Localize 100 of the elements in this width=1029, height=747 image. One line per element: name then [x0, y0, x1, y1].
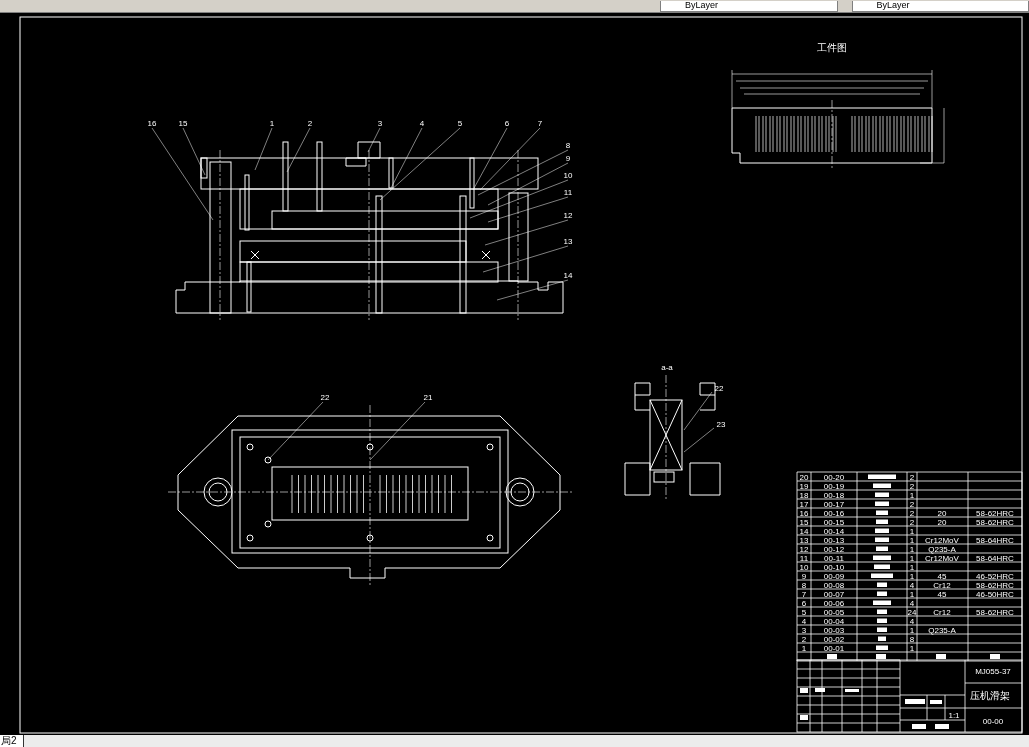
table-cell: 58-62HRC [976, 608, 1014, 617]
table-cell: 00-03 [823, 626, 845, 635]
layout-tab[interactable]: 局2 [0, 735, 24, 747]
part-number: 22 [320, 393, 330, 402]
table-cell: Cr12 [933, 581, 951, 590]
table-cell: 00-14 [823, 527, 845, 536]
part-number: 21 [423, 393, 433, 402]
table-cell: 11 [799, 554, 809, 563]
part-number: 8 [565, 141, 571, 150]
table-cell: 00-09 [823, 572, 845, 581]
table-cell: 13 [799, 536, 809, 545]
table-cell: 1 [909, 545, 915, 554]
table-cell: Cr12 [933, 608, 951, 617]
leader-line [286, 127, 311, 173]
part-number: 6 [504, 119, 510, 128]
part-number: 12 [563, 211, 573, 220]
table-cell: 8 [801, 581, 807, 590]
table-cell: 10 [799, 563, 809, 572]
leader-line [267, 401, 324, 461]
view-title: 工件图 [817, 42, 847, 53]
table-cell: 58-64HRC [976, 536, 1014, 545]
linetype-dropdown[interactable]: ByLayer [851, 1, 1029, 12]
table-cell: 58-62HRC [976, 509, 1014, 518]
table-cell: 24 [907, 608, 917, 617]
drawing-code: 00-00 [982, 717, 1004, 726]
table-cell: 7 [801, 590, 807, 599]
table-cell: 8 [909, 635, 915, 644]
table-cell: 20 [799, 473, 809, 482]
scale-value: 1:1 [948, 711, 960, 720]
part-number: 16 [147, 119, 157, 128]
table-cell: 2 [801, 635, 807, 644]
table-cell: 00-19 [823, 482, 845, 491]
table-cell: 4 [909, 599, 915, 608]
part-number: 10 [563, 171, 573, 180]
part-number: 15 [178, 119, 188, 128]
table-cell: 1 [909, 572, 915, 581]
part-number: 11 [563, 188, 573, 197]
table-cell: 00-07 [823, 590, 845, 599]
table-cell: 4 [909, 581, 915, 590]
part-number: 3 [377, 119, 383, 128]
table-cell: 1 [909, 527, 915, 536]
table-cell: 00-01 [823, 644, 845, 653]
table-cell: 20 [937, 518, 947, 527]
table-cell: 00-10 [823, 563, 845, 572]
table-cell: 00-20 [823, 473, 845, 482]
table-cell: 17 [799, 500, 809, 509]
table-cell: 4 [801, 617, 807, 626]
table-cell: 15 [799, 518, 809, 527]
table-cell: 1 [909, 644, 915, 653]
linetype-dropdown[interactable]: ByLayer [660, 1, 838, 12]
table-cell: 14 [799, 527, 809, 536]
table-cell: 45 [937, 572, 947, 581]
leader-line [254, 127, 273, 171]
drawing-title: 压机滑架 [970, 690, 1010, 701]
table-cell: 00-17 [823, 500, 845, 509]
table-cell: 1 [909, 536, 915, 545]
drawing-number: MJ055-37 [975, 667, 1011, 676]
table-cell: 5 [801, 608, 807, 617]
table-cell: 4 [909, 617, 915, 626]
table-cell: 1 [801, 644, 807, 653]
table-cell: 00-11 [824, 554, 844, 563]
table-cell: 00-08 [823, 581, 845, 590]
table-cell: 58-64HRC [976, 554, 1014, 563]
table-cell: 1 [909, 590, 915, 599]
table-cell: Q235-A [928, 626, 956, 635]
table-cell: 46-50HRC [976, 590, 1014, 599]
table-cell: 1 [909, 491, 915, 500]
leader-line [369, 401, 426, 461]
table-cell: 00-06 [823, 599, 845, 608]
table-cell: 1 [909, 626, 915, 635]
table-cell: 1 [909, 554, 915, 563]
table-cell: Cr12MoV [925, 554, 959, 563]
part-number: 14 [563, 271, 573, 280]
table-cell: 00-13 [823, 536, 845, 545]
part-number: 1 [269, 119, 275, 128]
table-cell: 2 [909, 482, 915, 491]
table-cell: 2 [909, 509, 915, 518]
table-cell: 3 [801, 626, 807, 635]
table-cell: 2 [909, 473, 915, 482]
table-cell: 6 [801, 599, 807, 608]
table-cell: 00-15 [823, 518, 845, 527]
table-cell: 00-02 [823, 635, 845, 644]
table-cell: 19 [799, 482, 809, 491]
part-number: 5 [457, 119, 463, 128]
part-number: 9 [565, 154, 571, 163]
table-cell: 45 [937, 590, 947, 599]
part-number: 7 [537, 119, 543, 128]
table-cell: 00-18 [823, 491, 845, 500]
part-number: 23 [716, 420, 726, 429]
table-cell: 00-05 [823, 608, 845, 617]
part-number: 13 [563, 237, 573, 246]
table-cell: 16 [799, 509, 809, 518]
table-cell: 9 [801, 572, 807, 581]
table-cell: 58-62HRC [976, 581, 1014, 590]
part-number: 4 [419, 119, 425, 128]
table-cell: 00-16 [823, 509, 845, 518]
table-cell: 18 [799, 491, 809, 500]
table-cell: 20 [937, 509, 947, 518]
table-cell: 00-12 [823, 545, 845, 554]
table-cell: 2 [909, 500, 915, 509]
